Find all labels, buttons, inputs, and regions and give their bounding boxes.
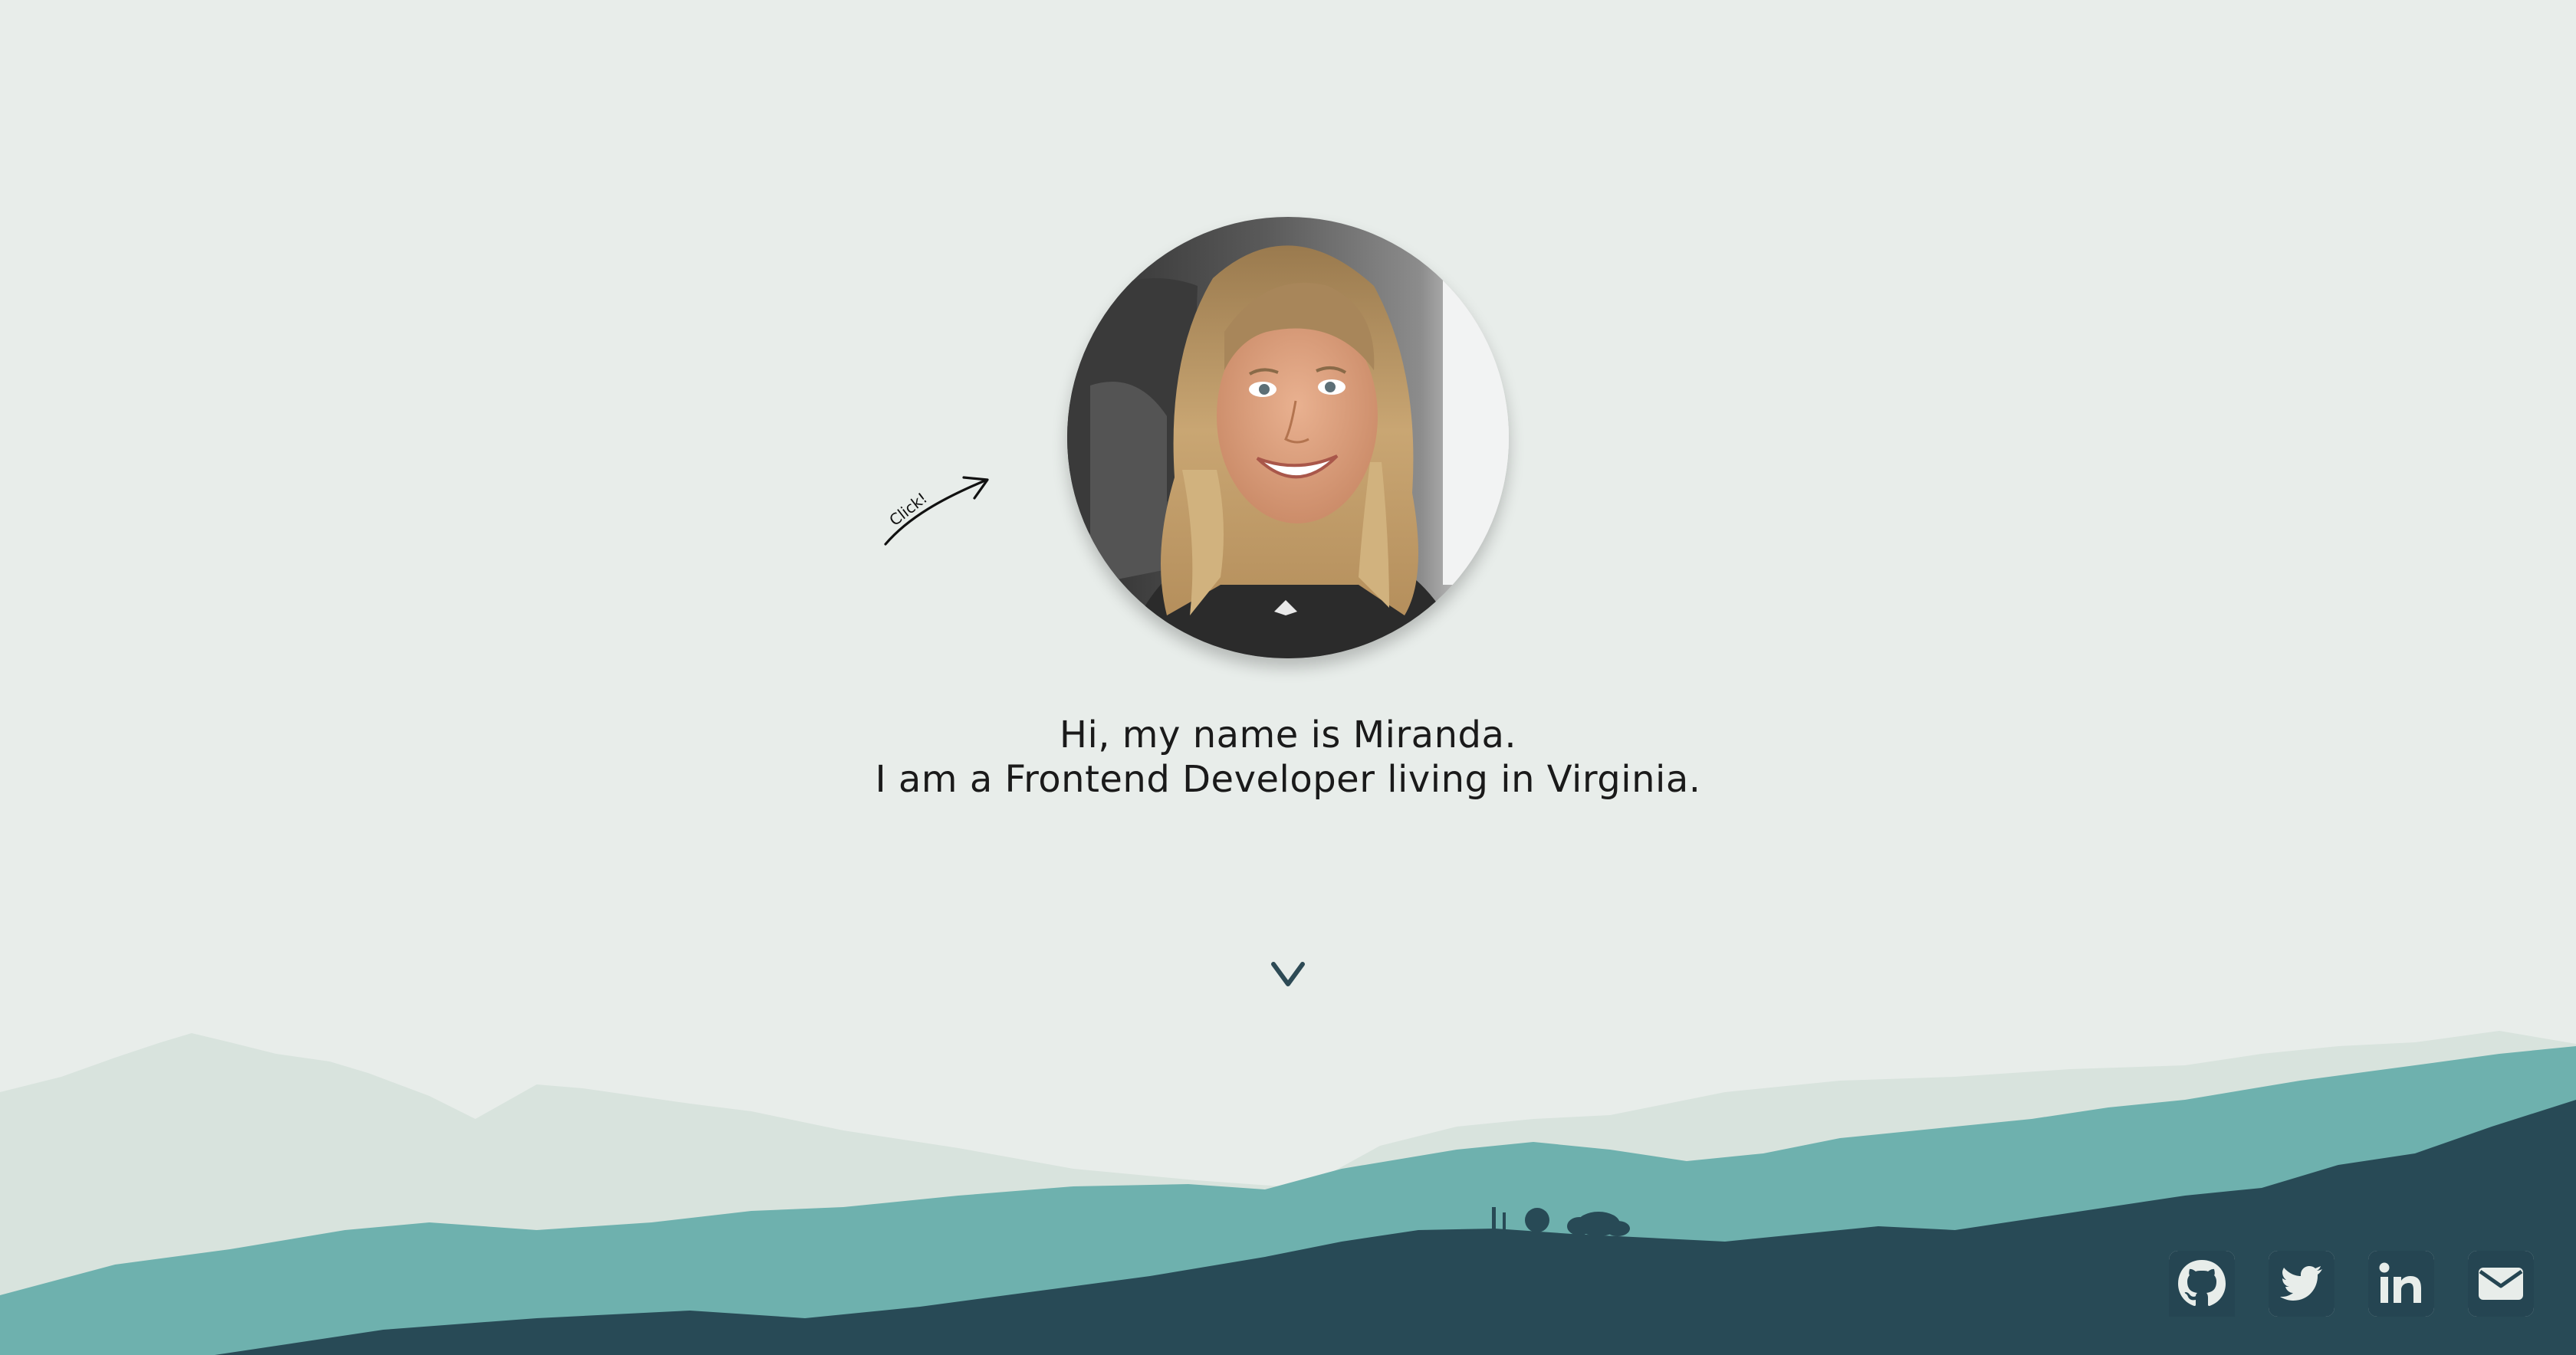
page: Click! Hi, my name is Miranda. I am a Fr… <box>0 0 2576 1355</box>
portrait-illustration <box>1067 217 1509 658</box>
tagline-text: I am a Frontend Developer living in Virg… <box>875 758 1701 801</box>
github-link[interactable] <box>2169 1251 2235 1317</box>
scroll-down-chevron-icon[interactable] <box>1269 958 1307 990</box>
profile-photo[interactable] <box>1067 217 1509 658</box>
email-icon <box>2468 1251 2534 1317</box>
email-link[interactable] <box>2468 1251 2534 1317</box>
twitter-icon <box>2269 1251 2334 1317</box>
github-icon <box>2169 1251 2235 1317</box>
twitter-link[interactable] <box>2269 1251 2334 1317</box>
click-hint-arrow: Click! <box>884 476 989 546</box>
linkedin-icon <box>2368 1251 2434 1317</box>
greeting-text: Hi, my name is Miranda. <box>1059 714 1517 756</box>
intro-text: Hi, my name is Miranda. I am a Frontend … <box>0 713 2576 802</box>
linkedin-link[interactable] <box>2368 1251 2434 1317</box>
